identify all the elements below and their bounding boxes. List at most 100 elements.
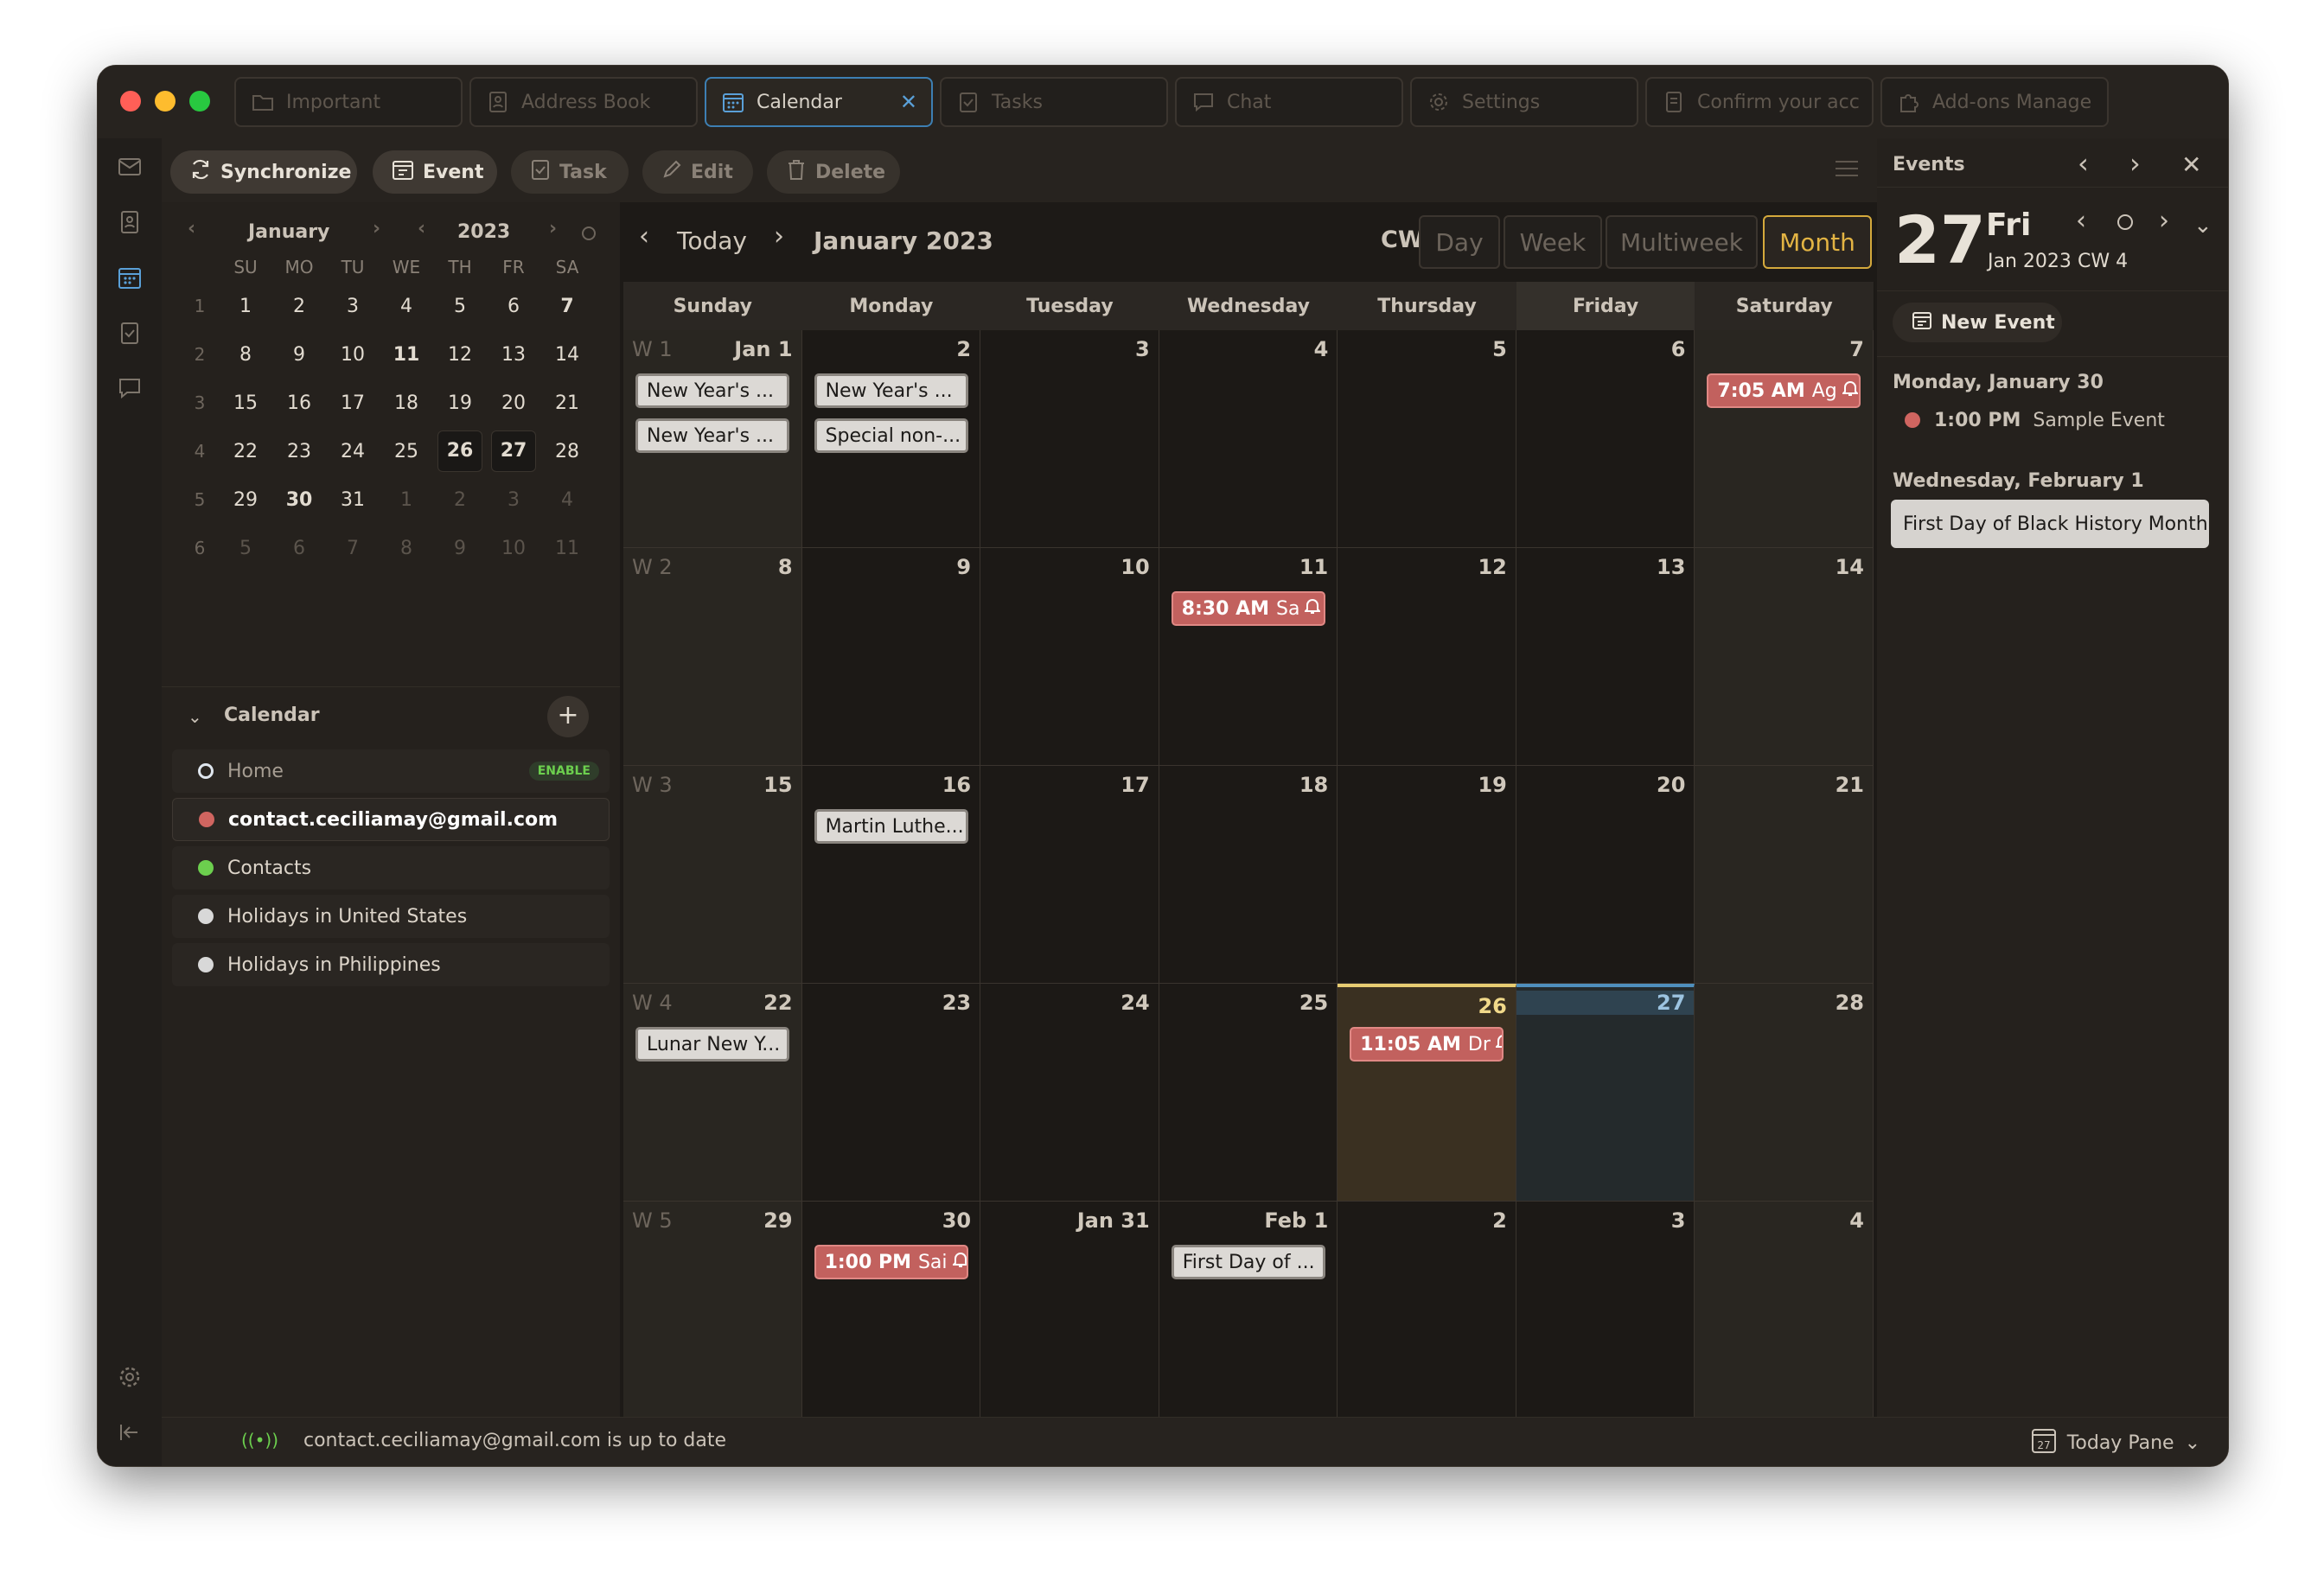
- close-pane-icon[interactable]: ✕: [2181, 150, 2201, 179]
- next-month-icon[interactable]: ›: [373, 218, 380, 239]
- day-cell[interactable]: 25: [1159, 984, 1338, 1202]
- today-pane-toggle[interactable]: 27 Today Pane ⌄: [2031, 1426, 2200, 1459]
- minimonth-day[interactable]: 7: [326, 538, 380, 559]
- minimonth-day[interactable]: 8: [380, 538, 433, 559]
- minimonth-day[interactable]: 29: [219, 489, 272, 511]
- day-cell[interactable]: Feb 1: [1159, 1202, 1338, 1419]
- day-cell[interactable]: 10: [980, 548, 1159, 766]
- view-month-button[interactable]: Month: [1763, 215, 1872, 269]
- chevron-down-icon[interactable]: ⌄: [188, 706, 202, 727]
- next-year-icon[interactable]: ›: [549, 218, 557, 239]
- zoom-window-button[interactable]: [189, 91, 210, 112]
- calendar-item-gmail[interactable]: contact.ceciliamay@gmail.com: [172, 798, 610, 841]
- minimonth-day[interactable]: 10: [487, 538, 540, 559]
- day-cell[interactable]: 9: [801, 548, 981, 766]
- minimonth-day[interactable]: 7: [540, 296, 594, 317]
- tab-settings[interactable]: Settings: [1410, 77, 1638, 127]
- minimonth-day[interactable]: 20: [487, 392, 540, 414]
- calendar-event[interactable]: 8:30 AM Sa: [1171, 591, 1325, 626]
- day-cell[interactable]: 17: [980, 766, 1159, 984]
- next-month-icon[interactable]: ›: [774, 221, 784, 252]
- edit-button[interactable]: Edit: [642, 150, 753, 194]
- calendar-item-contacts[interactable]: Contacts: [172, 846, 610, 889]
- calendar-event[interactable]: Lunar New Y...: [635, 1027, 789, 1062]
- minimonth-day[interactable]: 31: [326, 489, 380, 511]
- minimonth-day[interactable]: 1: [380, 489, 433, 511]
- minimonth-day[interactable]: 8: [219, 344, 272, 366]
- delete-button[interactable]: Delete: [767, 150, 900, 194]
- minimonth-year[interactable]: 2023: [457, 221, 510, 243]
- chat-icon[interactable]: [117, 375, 143, 401]
- calendar-event[interactable]: New Year's ...: [635, 418, 789, 453]
- previous-month-icon[interactable]: ‹: [639, 221, 649, 252]
- day-cell[interactable]: 11: [1159, 548, 1338, 766]
- minimonth-day[interactable]: 6: [272, 538, 326, 559]
- minimonth-day[interactable]: 11: [540, 538, 594, 559]
- day-cell[interactable]: 18: [1159, 766, 1338, 984]
- prev-month-icon[interactable]: ‹: [188, 218, 195, 239]
- day-cell[interactable]: 4: [1695, 1202, 1874, 1419]
- minimonth-day[interactable]: 9: [272, 344, 326, 366]
- day-cell[interactable]: 23: [801, 984, 981, 1202]
- close-tab-icon[interactable]: ✕: [900, 90, 917, 114]
- close-window-button[interactable]: [120, 91, 141, 112]
- tab-addons-manager[interactable]: Add-ons Manage: [1880, 77, 2109, 127]
- minimonth-day[interactable]: 5: [433, 296, 487, 317]
- minimonth-day[interactable]: 23: [272, 441, 326, 462]
- calendar-event[interactable]: New Year's ...: [635, 373, 789, 408]
- minimonth-day[interactable]: 2: [272, 296, 326, 317]
- minimonth-day[interactable]: 1: [219, 296, 272, 317]
- day-cell[interactable]: 14: [1695, 548, 1874, 766]
- day-cell[interactable]: W 5 29: [623, 1202, 802, 1419]
- calendar-event[interactable]: First Day of ...: [1171, 1245, 1325, 1279]
- minimonth-day[interactable]: 17: [326, 392, 380, 414]
- day-cell[interactable]: 6: [1516, 330, 1695, 548]
- calendar-event[interactable]: Special non-...: [814, 418, 968, 453]
- view-week-button[interactable]: Week: [1504, 215, 1602, 269]
- minimonth-day[interactable]: 16: [272, 392, 326, 414]
- minimonth-day[interactable]: 19: [433, 392, 487, 414]
- minimonth-day[interactable]: 2: [433, 489, 487, 511]
- tab-chat[interactable]: Chat: [1175, 77, 1403, 127]
- day-cell[interactable]: W 3 15: [623, 766, 802, 984]
- new-event-button[interactable]: New Event: [1893, 303, 2062, 342]
- minimonth-day[interactable]: 24: [326, 441, 380, 462]
- day-cell[interactable]: 24: [980, 984, 1159, 1202]
- calendar-item-holidays-ph[interactable]: Holidays in Philippines: [172, 943, 610, 986]
- calendar-event[interactable]: Martin Luthe...: [814, 809, 968, 844]
- calendar-event[interactable]: 11:05 AM Dr: [1350, 1027, 1504, 1062]
- tab-important[interactable]: Important: [234, 77, 463, 127]
- day-cell[interactable]: Jan 31: [980, 1202, 1159, 1419]
- day-cell[interactable]: 2: [1338, 1202, 1516, 1419]
- prev-year-icon[interactable]: ‹: [418, 218, 425, 239]
- prev-day-icon[interactable]: ‹: [2078, 147, 2089, 180]
- new-task-button[interactable]: Task: [511, 150, 629, 194]
- add-calendar-button[interactable]: +: [547, 696, 589, 737]
- minimonth-month[interactable]: January: [248, 221, 329, 243]
- day-cell[interactable]: 7: [1695, 330, 1874, 548]
- day-cell[interactable]: 19: [1338, 766, 1516, 984]
- address-book-icon[interactable]: [117, 209, 143, 235]
- minimize-window-button[interactable]: [155, 91, 176, 112]
- tab-tasks[interactable]: Tasks: [940, 77, 1168, 127]
- calendar-item-holidays-us[interactable]: Holidays in United States: [172, 895, 610, 938]
- day-cell[interactable]: W 2 8: [623, 548, 802, 766]
- mail-icon[interactable]: [117, 154, 143, 180]
- calendar-event[interactable]: New Year's ...: [814, 373, 968, 408]
- synchronize-button[interactable]: Synchronize: [170, 150, 357, 194]
- minimonth-day[interactable]: 9: [433, 538, 487, 559]
- minimonth-day[interactable]: 13: [487, 344, 540, 366]
- agenda-event-item[interactable]: 1:00 PM Sample Event: [1893, 403, 2212, 437]
- minimonth-day[interactable]: 22: [219, 441, 272, 462]
- minimonth-day[interactable]: 10: [326, 344, 380, 366]
- minimonth-day[interactable]: 3: [487, 489, 540, 511]
- day-cell[interactable]: 16: [801, 766, 981, 984]
- collapse-sidebar-icon[interactable]: [117, 1419, 143, 1445]
- day-cell[interactable]: 3: [980, 330, 1159, 548]
- minimonth-day[interactable]: 3: [326, 296, 380, 317]
- today-circle-icon[interactable]: [2117, 214, 2133, 230]
- view-day-button[interactable]: Day: [1419, 215, 1500, 269]
- minimonth-day[interactable]: 6: [487, 296, 540, 317]
- minimonth-day[interactable]: 21: [540, 392, 594, 414]
- calendar-event[interactable]: 7:05 AM Ag: [1707, 373, 1861, 408]
